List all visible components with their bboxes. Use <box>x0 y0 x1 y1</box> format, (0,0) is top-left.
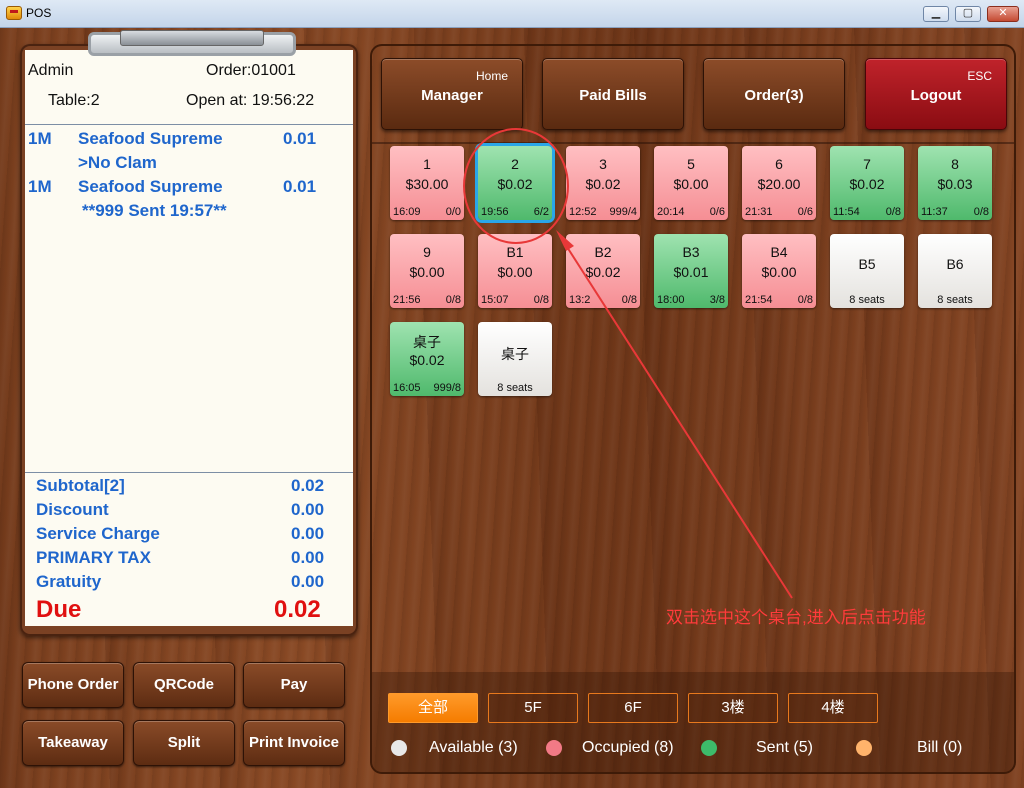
legend-sent: Sent (5) <box>756 739 813 756</box>
annotation-arrow-icon <box>556 230 793 599</box>
legend-bill: Bill (0) <box>917 739 963 756</box>
legend-available: Available (3) <box>429 739 518 756</box>
legend-occupied: Occupied (8) <box>582 739 674 756</box>
bill-legend-icon <box>856 740 872 756</box>
floor-tab-all[interactable]: 全部 <box>388 693 478 723</box>
sent-legend-icon <box>701 740 717 756</box>
floor-tab-5f[interactable]: 5F <box>488 693 578 723</box>
annotation-text: 双击选中这个桌台,进入后点击功能 <box>666 608 926 627</box>
occupied-legend-icon <box>546 740 562 756</box>
floor-tab-6f[interactable]: 6F <box>588 693 678 723</box>
available-legend-icon <box>391 740 407 756</box>
floor-tab-4[interactable]: 4楼 <box>788 693 878 723</box>
floor-tab-3[interactable]: 3楼 <box>688 693 778 723</box>
